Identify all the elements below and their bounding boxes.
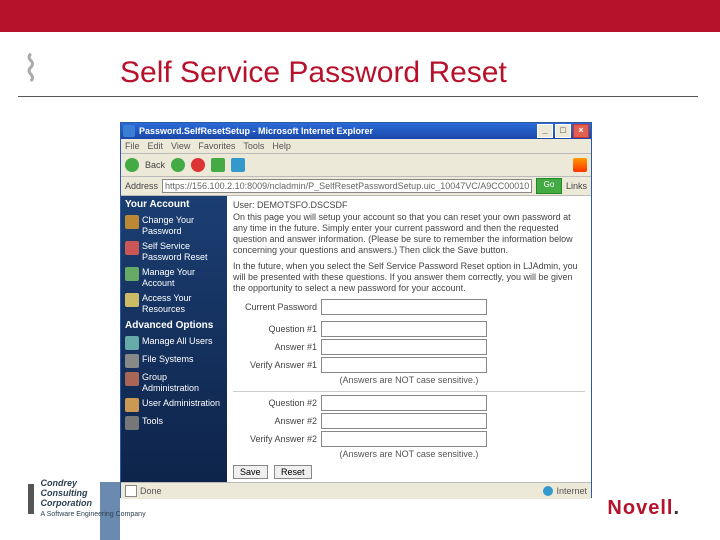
menu-file[interactable]: File [125,141,140,151]
toolbar: Back [121,154,591,177]
tools-icon [125,416,139,430]
key-icon [125,215,139,229]
note-2: (Answers are NOT case sensitive.) [233,449,585,459]
input-current-password[interactable] [321,299,487,315]
user-icon [125,267,139,281]
close-button[interactable]: × [573,124,589,138]
stop-icon[interactable] [191,158,205,172]
label-v1: Verify Answer #1 [233,360,317,370]
sidebar-heading-account: Your Account [121,196,227,213]
main-panel: User: DEMOTSFO.DSCSDF On this page you w… [227,196,591,482]
throbber-icon [573,158,587,172]
title-underline [18,96,698,97]
status-bar: Done Internet [121,482,591,499]
label-a1: Answer #1 [233,342,317,352]
intro-text-2: In the future, when you select the Self … [233,261,585,294]
input-q2[interactable] [321,395,487,411]
input-v2[interactable] [321,431,487,447]
globe-icon [543,486,553,496]
reset-icon [125,241,139,255]
ie-window: Password.SelfResetSetup - Microsoft Inte… [120,122,592,498]
sidebar-item-manage-account[interactable]: Manage Your Account [121,265,227,291]
menu-edit[interactable]: Edit [148,141,164,151]
menu-tools[interactable]: Tools [243,141,264,151]
sidebar-item-group-admin[interactable]: Group Administration [121,370,227,396]
sidebar-heading-advanced: Advanced Options [121,317,227,334]
form: Current Password Question #1 Answer #1 V… [233,299,585,479]
address-bar: Address Go Links [121,177,591,196]
input-a1[interactable] [321,339,487,355]
sidebar-item-self-service[interactable]: Self Service Password Reset [121,239,227,265]
address-input[interactable] [162,179,532,193]
sidebar-item-user-admin[interactable]: User Administration [121,396,227,414]
note-1: (Answers are NOT case sensitive.) [233,375,585,385]
label-v2: Verify Answer #2 [233,434,317,444]
sidebar-item-change-password[interactable]: Change Your Password [121,213,227,239]
status-internet: Internet [543,486,587,496]
label-q2: Question #2 [233,398,317,408]
back-icon[interactable] [125,158,139,172]
sidebar: Your Account Change Your Password Self S… [121,196,227,482]
divider [233,391,585,392]
condrey-logo: Condrey Consulting Corporation A Softwar… [28,478,146,520]
users-icon [125,336,139,350]
squiggle-icon: ⌇ [22,48,40,90]
label-q1: Question #1 [233,324,317,334]
disk-icon [125,354,139,368]
top-red-bar [0,0,720,32]
menu-bar: File Edit View Favorites Tools Help [121,139,591,154]
links-label: Links [566,181,587,191]
go-button[interactable]: Go [536,178,562,194]
folder-icon [125,293,139,307]
window-title: Password.SelfResetSetup - Microsoft Inte… [139,126,535,136]
menu-help[interactable]: Help [272,141,291,151]
sidebar-item-file-systems[interactable]: File Systems [121,352,227,370]
intro-text-1: On this page you will setup your account… [233,212,585,256]
menu-favorites[interactable]: Favorites [198,141,235,151]
refresh-icon[interactable] [211,158,225,172]
ie-titlebar: Password.SelfResetSetup - Microsoft Inte… [121,123,591,139]
user-label: User: DEMOTSFO.DSCSDF [233,200,585,210]
maximize-button[interactable]: □ [555,124,571,138]
reset-button[interactable]: Reset [274,465,312,479]
menu-view[interactable]: View [171,141,190,151]
input-q1[interactable] [321,321,487,337]
minimize-button[interactable]: _ [537,124,553,138]
address-label: Address [125,181,158,191]
home-icon[interactable] [231,158,245,172]
group-icon [125,372,139,386]
back-label[interactable]: Back [145,160,165,170]
content-area: Your Account Change Your Password Self S… [121,196,591,482]
input-v1[interactable] [321,357,487,373]
sidebar-item-manage-users[interactable]: Manage All Users [121,334,227,352]
admin-icon [125,398,139,412]
sidebar-item-tools[interactable]: Tools [121,414,227,432]
slide-title: Self Service Password Reset [120,56,507,90]
input-a2[interactable] [321,413,487,429]
label-current-password: Current Password [233,302,317,312]
sidebar-item-access-resources[interactable]: Access Your Resources [121,291,227,317]
ie-icon [123,125,135,137]
save-button[interactable]: Save [233,465,268,479]
novell-logo: Novell. [607,497,680,520]
forward-icon[interactable] [171,158,185,172]
label-a2: Answer #2 [233,416,317,426]
